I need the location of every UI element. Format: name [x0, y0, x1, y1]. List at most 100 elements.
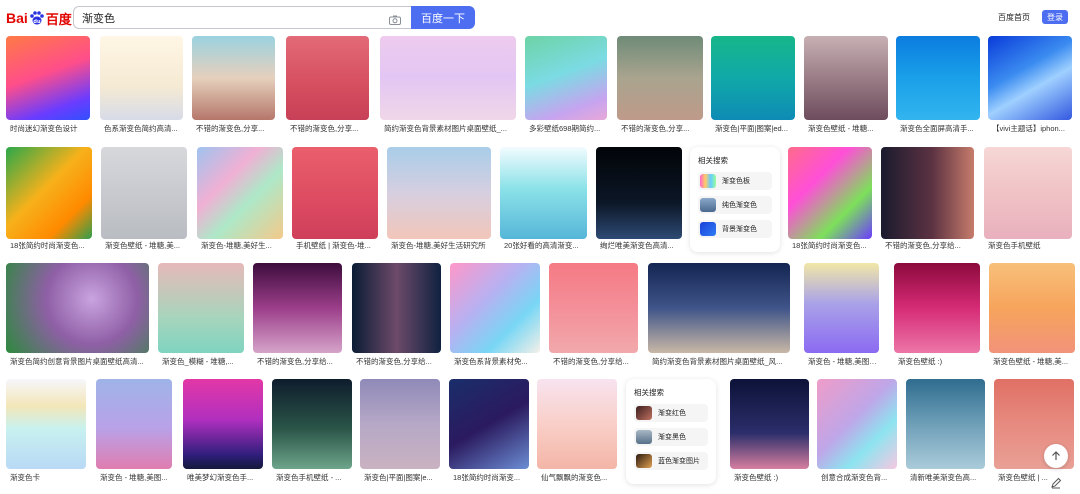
result-thumbnail[interactable] — [272, 379, 352, 469]
related-search-item[interactable]: 背景渐变色 — [698, 220, 772, 238]
image-result[interactable]: 色系渐变色简约高清... — [100, 36, 183, 133]
camera-icon[interactable] — [389, 12, 401, 25]
result-caption[interactable]: 多彩壁纸698期简约... — [529, 124, 607, 134]
result-thumbnail[interactable] — [6, 379, 86, 469]
result-thumbnail[interactable] — [817, 379, 897, 469]
result-thumbnail[interactable] — [450, 263, 540, 353]
result-caption[interactable]: 20张好看的高清渐变... — [504, 241, 587, 251]
result-caption[interactable]: 渐变色卡 — [10, 473, 86, 483]
image-result[interactable]: 渐变色壁纸 - 堆糖,美... — [101, 147, 187, 251]
image-result[interactable]: 仙气飘飘的渐变色... — [537, 379, 617, 483]
result-caption[interactable]: 渐变色手机壁纸 - ... — [276, 473, 352, 483]
image-result[interactable]: 不错的渐变色,分享给... — [881, 147, 974, 251]
feedback-edit-icon[interactable] — [1050, 476, 1062, 489]
result-thumbnail[interactable] — [6, 147, 92, 239]
result-thumbnail[interactable] — [984, 147, 1072, 239]
result-caption[interactable]: 不错的渐变色,分享... — [621, 124, 703, 134]
result-thumbnail[interactable] — [183, 379, 263, 469]
image-result[interactable]: 18张简约时尚渐变... — [449, 379, 529, 483]
result-thumbnail[interactable] — [988, 36, 1072, 120]
result-thumbnail[interactable] — [804, 263, 879, 353]
result-caption[interactable]: 渐变色壁纸 :) — [734, 473, 809, 483]
image-result[interactable]: 不错的渐变色,分享给... — [549, 263, 638, 366]
image-result[interactable]: 手机壁纸 | 渐变色-堆... — [292, 147, 378, 251]
image-result[interactable]: 不错的渐变色,分享给... — [253, 263, 342, 366]
result-caption[interactable]: 渐变色-堆糖,美好生... — [201, 241, 283, 251]
result-caption[interactable]: 渐变色_模糊 - 堆糖,... — [162, 357, 244, 367]
image-result[interactable]: 18张简约时尚渐变色... — [788, 147, 872, 251]
result-caption[interactable]: 渐变色系背景素材免... — [454, 357, 540, 367]
result-thumbnail[interactable] — [352, 263, 441, 353]
image-result[interactable]: 渐变色卡 — [6, 379, 86, 483]
result-thumbnail[interactable] — [549, 263, 638, 353]
result-caption[interactable]: 18张简约时尚渐变色... — [10, 241, 92, 251]
image-result[interactable]: 时尚迷幻渐变色设计 — [6, 36, 90, 134]
image-result[interactable]: 创意合成渐变色背... — [817, 379, 897, 482]
result-thumbnail[interactable] — [192, 36, 275, 120]
search-box[interactable] — [73, 6, 411, 29]
result-thumbnail[interactable] — [387, 147, 491, 239]
result-caption[interactable]: 渐变色 - 堆糖,美图... — [100, 473, 172, 483]
result-caption[interactable]: 不错的渐变色,分享给... — [356, 357, 441, 367]
back-to-top-button[interactable] — [1044, 444, 1068, 468]
image-result[interactable]: 简约渐变色背景素材图片桌面壁纸_风... — [648, 263, 790, 367]
result-thumbnail[interactable] — [648, 263, 790, 353]
image-result[interactable]: 渐变色手机壁纸 - ... — [272, 379, 352, 483]
result-thumbnail[interactable] — [881, 147, 974, 239]
result-thumbnail[interactable] — [449, 379, 529, 469]
image-result[interactable]: 渐变色 - 堆糖,美图壁... — [804, 263, 879, 366]
image-result[interactable]: 渐变色全面屏高清手... — [896, 36, 980, 134]
result-thumbnail[interactable] — [537, 379, 617, 469]
result-caption[interactable]: 唯美梦幻渐变色手... — [187, 473, 263, 483]
result-caption[interactable]: 不错的渐变色,分享... — [290, 124, 369, 134]
image-result[interactable]: 渐变色壁纸 - 堆糖,美... — [989, 263, 1075, 367]
image-result[interactable]: 渐变色壁纸 :) — [894, 263, 980, 366]
result-caption[interactable]: 不错的渐变色,分享... — [196, 124, 275, 134]
image-result[interactable]: 【vivi主题话】iphon... — [988, 36, 1072, 133]
result-caption[interactable]: 18张简约时尚渐变... — [453, 473, 529, 483]
result-caption[interactable]: 绚烂唯美渐变色高清... — [600, 241, 682, 251]
result-caption[interactable]: 清新唯美渐变色高... — [910, 473, 985, 483]
image-result[interactable]: 渐变色_模糊 - 堆糖,... — [158, 263, 244, 367]
result-thumbnail[interactable] — [253, 263, 342, 353]
search-button[interactable]: 百度一下 — [411, 6, 475, 29]
result-caption[interactable]: 简约渐变色背景素材图片桌面壁纸_风... — [652, 357, 790, 367]
result-caption[interactable]: 渐变色壁纸 - 堆糖... — [808, 124, 888, 134]
result-caption[interactable]: 简约渐变色背景素材图片桌面壁纸_... — [384, 124, 516, 134]
result-thumbnail[interactable] — [596, 147, 682, 239]
result-thumbnail[interactable] — [500, 147, 587, 239]
image-result[interactable]: 渐变色手机壁纸 — [984, 147, 1072, 251]
image-result[interactable]: 渐变色|平面|图案|e... — [360, 379, 440, 482]
result-caption[interactable]: 渐变色壁纸 - 堆糖,美... — [993, 357, 1075, 367]
result-thumbnail[interactable] — [96, 379, 172, 469]
result-thumbnail[interactable] — [380, 36, 516, 120]
image-result[interactable]: 清新唯美渐变色高... — [906, 379, 985, 483]
result-thumbnail[interactable] — [197, 147, 283, 239]
result-caption[interactable]: 渐变色|平面|图案|ed... — [715, 124, 795, 134]
result-caption[interactable]: 渐变色手机壁纸 — [988, 241, 1072, 251]
result-thumbnail[interactable] — [6, 36, 90, 120]
result-thumbnail[interactable] — [6, 263, 149, 353]
result-caption[interactable]: 渐变色-堆糖,美好生活研究所 — [391, 241, 491, 251]
image-result[interactable]: 渐变色-堆糖,美好生... — [197, 147, 283, 251]
image-result[interactable]: 不错的渐变色,分享... — [192, 36, 275, 134]
result-thumbnail[interactable] — [788, 147, 872, 239]
image-result[interactable]: 渐变色|平面|图案|ed... — [711, 36, 795, 134]
result-caption[interactable]: 渐变色全面屏高清手... — [900, 124, 980, 134]
result-caption[interactable]: 不错的渐变色,分享给... — [885, 241, 974, 251]
result-thumbnail[interactable] — [906, 379, 985, 469]
result-thumbnail[interactable] — [100, 36, 183, 120]
image-result[interactable]: 渐变色简约创意背景图片桌面壁纸高清... — [6, 263, 149, 366]
result-caption[interactable]: 仙气飘飘的渐变色... — [541, 473, 617, 483]
result-caption[interactable]: 时尚迷幻渐变色设计 — [10, 124, 90, 134]
result-caption[interactable]: 18张简约时尚渐变色... — [792, 241, 872, 251]
result-thumbnail[interactable] — [896, 36, 980, 120]
image-result[interactable]: 绚烂唯美渐变色高清... — [596, 147, 682, 251]
related-search-item[interactable]: 渐变红色 — [634, 404, 708, 422]
baidu-logo[interactable]: Bai du 百度 — [6, 8, 72, 28]
result-thumbnail[interactable] — [525, 36, 607, 120]
image-result[interactable]: 不错的渐变色,分享... — [617, 36, 703, 134]
result-thumbnail[interactable] — [101, 147, 187, 239]
related-search-item[interactable]: 渐变黑色 — [634, 428, 708, 446]
image-result[interactable]: 18张简约时尚渐变色... — [6, 147, 92, 251]
